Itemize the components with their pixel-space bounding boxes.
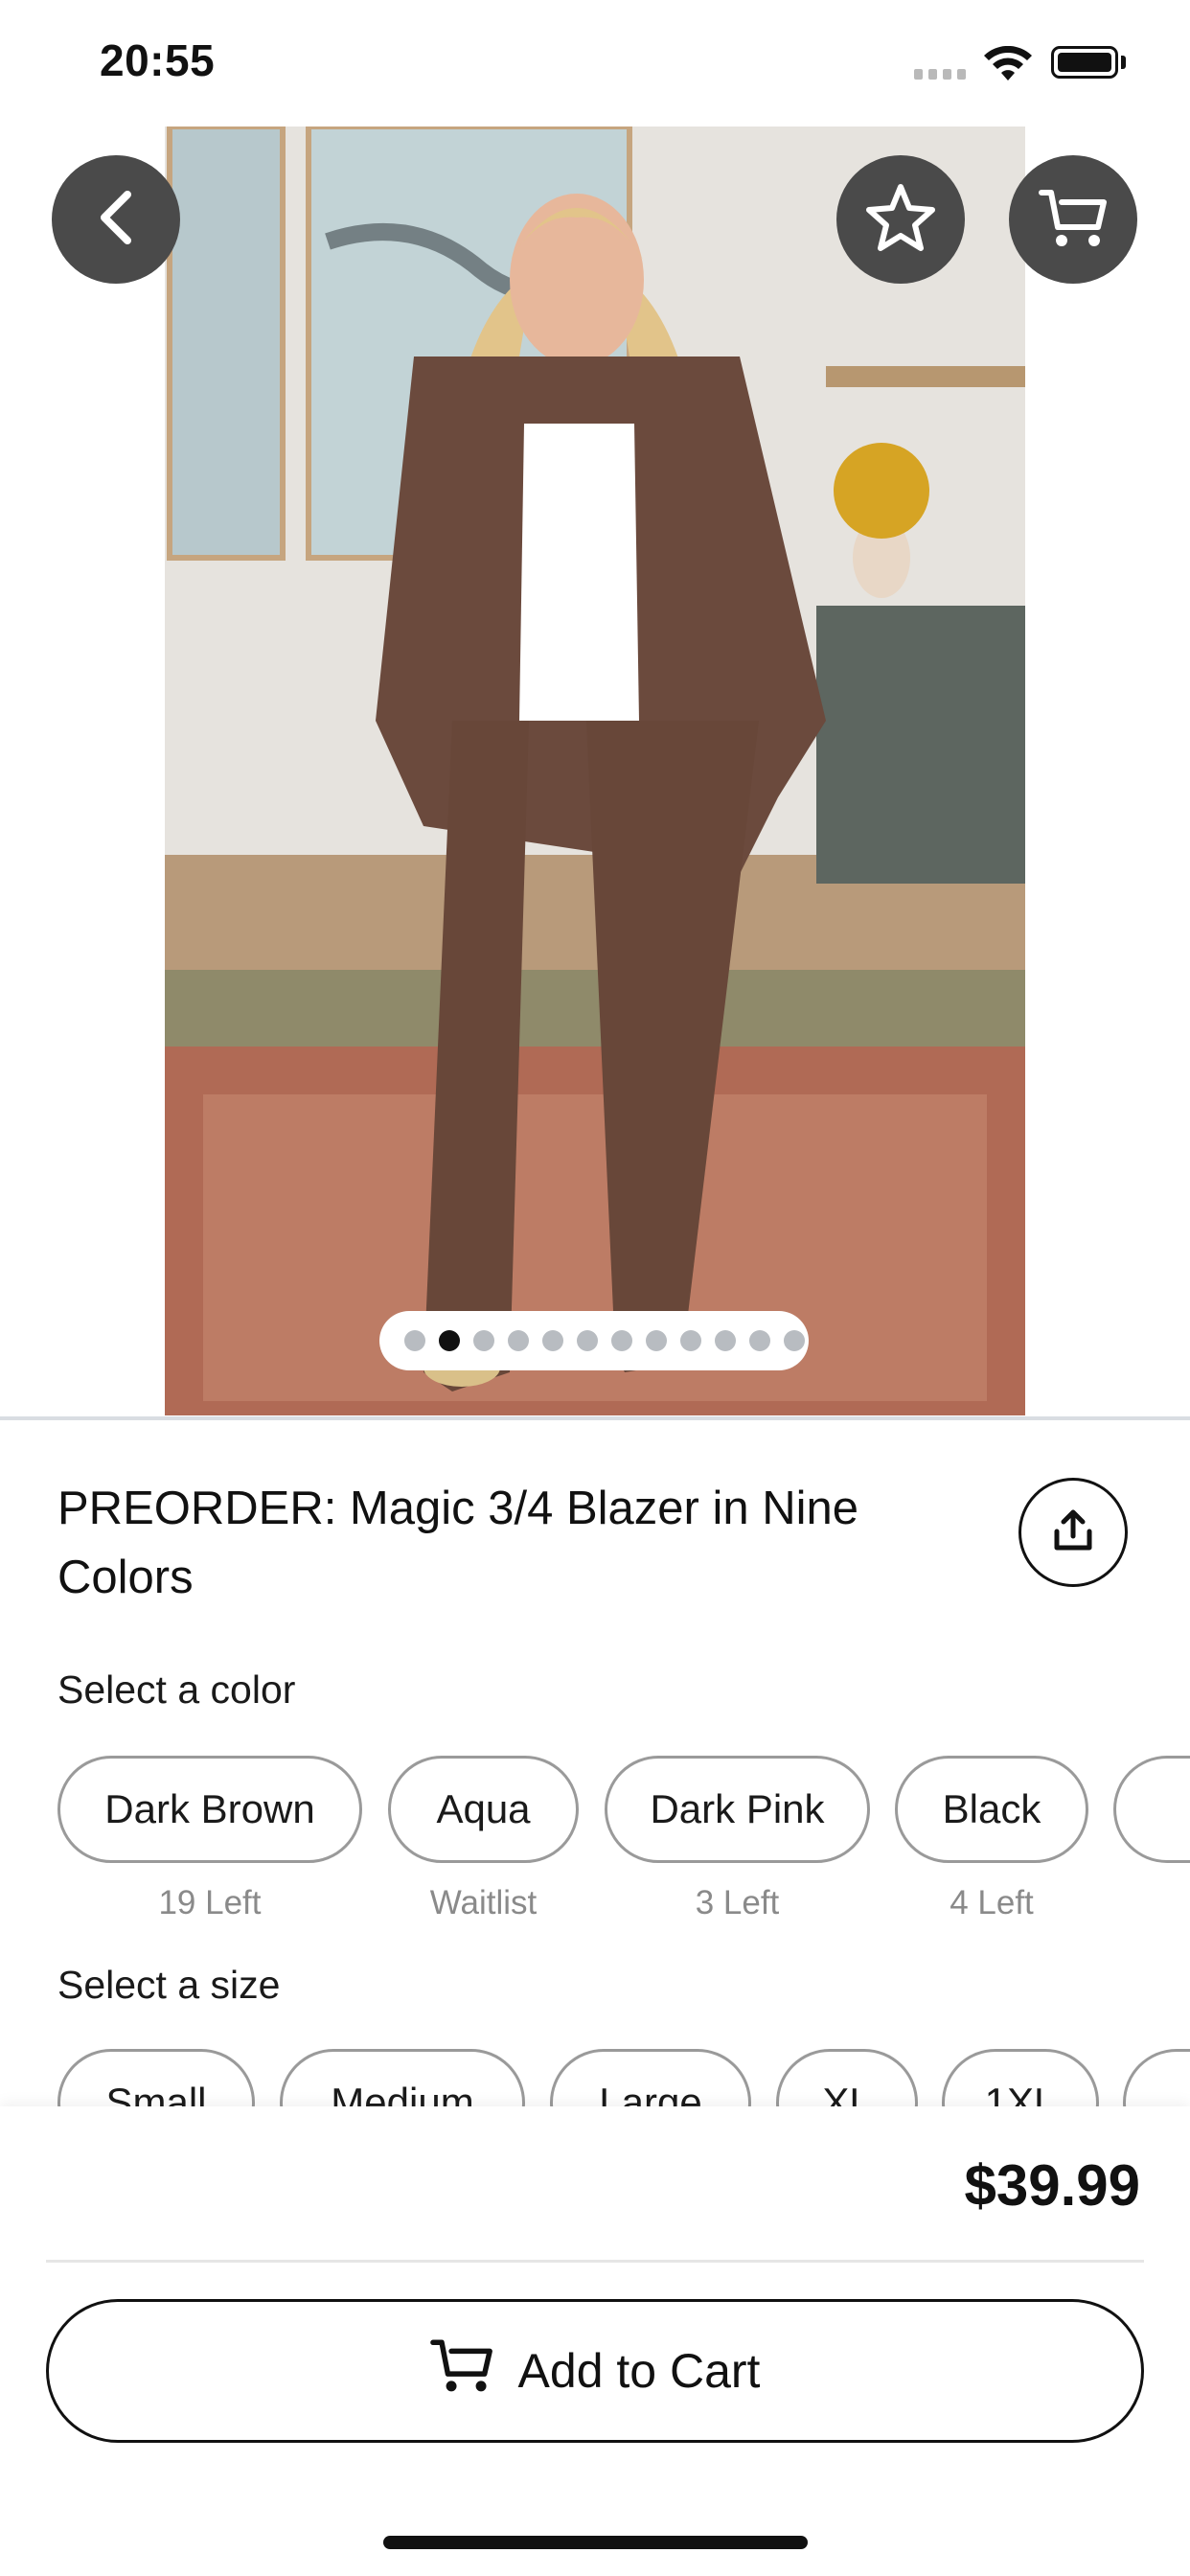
status-time: 20:55: [100, 35, 216, 85]
size-section-label: Select a size: [57, 1963, 281, 2007]
star-icon: [864, 182, 937, 258]
wifi-icon: [983, 45, 1033, 87]
pagination-dot[interactable]: [577, 1330, 598, 1351]
color-stock-aqua: Waitlist: [429, 1884, 538, 1921]
size-option-xl[interactable]: XL: [776, 2049, 918, 2106]
color-option-partial[interactable]: [1113, 1756, 1190, 1863]
pagination-dot[interactable]: [611, 1330, 632, 1351]
battery-cap: [1121, 56, 1126, 69]
home-indicator[interactable]: [383, 2536, 808, 2549]
size-option-large[interactable]: Large: [550, 2049, 751, 2106]
price: $39.99: [964, 2153, 1140, 2218]
pagination-dot[interactable]: [646, 1330, 667, 1351]
color-stock-dark-pink: 3 Left: [695, 1884, 780, 1921]
color-section-label: Select a color: [57, 1668, 296, 1712]
color-stock-black: 4 Left: [950, 1884, 1034, 1921]
size-option-label: XL: [822, 2080, 872, 2106]
cart-icon: [1039, 185, 1108, 255]
pagination-dot[interactable]: [542, 1330, 563, 1351]
size-option-medium[interactable]: Medium: [280, 2049, 525, 2106]
size-option-small[interactable]: Small: [57, 2049, 255, 2106]
size-options-row: Small Medium Large XL 1XL: [0, 2049, 1190, 2106]
color-option-aqua[interactable]: Aqua: [388, 1756, 579, 1863]
size-option-partial[interactable]: [1123, 2049, 1190, 2106]
battery-icon: [1051, 46, 1118, 79]
color-stock-dark-brown: 19 Left: [158, 1884, 262, 1921]
color-option-label: Black: [942, 1786, 1041, 1831]
pagination-dot[interactable]: [749, 1330, 770, 1351]
product-image[interactable]: [165, 126, 1025, 1415]
pagination-dot[interactable]: [439, 1330, 460, 1351]
pagination-dot[interactable]: [784, 1330, 805, 1351]
favorite-button[interactable]: [836, 155, 965, 284]
cart-button[interactable]: [1009, 155, 1137, 284]
pagination-dot[interactable]: [680, 1330, 701, 1351]
product-title-line1: PREORDER: Magic 3/4 Blazer in Nine: [57, 1483, 859, 1534]
cart-icon: [429, 2335, 493, 2406]
gallery-pagination[interactable]: [379, 1311, 809, 1370]
pagination-dot[interactable]: [404, 1330, 425, 1351]
purchase-bar-divider: [46, 2260, 1144, 2263]
color-option-black[interactable]: Black: [895, 1756, 1088, 1863]
gallery-divider: [0, 1416, 1190, 1420]
color-option-dark-pink[interactable]: Dark Pink: [605, 1756, 870, 1863]
size-option-label: Large: [599, 2080, 702, 2106]
color-option-label: Dark Brown: [104, 1786, 315, 1831]
product-title-line2: Colors: [57, 1552, 194, 1603]
add-to-cart-button[interactable]: Add to Cart: [46, 2299, 1144, 2443]
color-option-label: Dark Pink: [650, 1786, 825, 1831]
pagination-dot[interactable]: [473, 1330, 494, 1351]
pagination-dot[interactable]: [508, 1330, 529, 1351]
size-option-label: 1XL: [984, 2080, 1057, 2106]
product-title: PREORDER: Magic 3/4 Blazer in Nine Color…: [57, 1474, 901, 1612]
add-to-cart-label: Add to Cart: [517, 2344, 761, 2398]
size-option-label: Small: [105, 2080, 207, 2106]
share-button[interactable]: [1018, 1478, 1128, 1587]
back-button[interactable]: [52, 155, 180, 284]
chevron-left-icon: [91, 189, 141, 251]
color-option-label: Aqua: [436, 1786, 531, 1831]
size-option-label: Medium: [331, 2080, 474, 2106]
size-option-1xl[interactable]: 1XL: [942, 2049, 1099, 2106]
share-icon: [1049, 1506, 1097, 1559]
cellular-signal-icon: [914, 69, 966, 80]
pagination-dot[interactable]: [715, 1330, 736, 1351]
color-option-dark-brown[interactable]: Dark Brown: [57, 1756, 362, 1863]
